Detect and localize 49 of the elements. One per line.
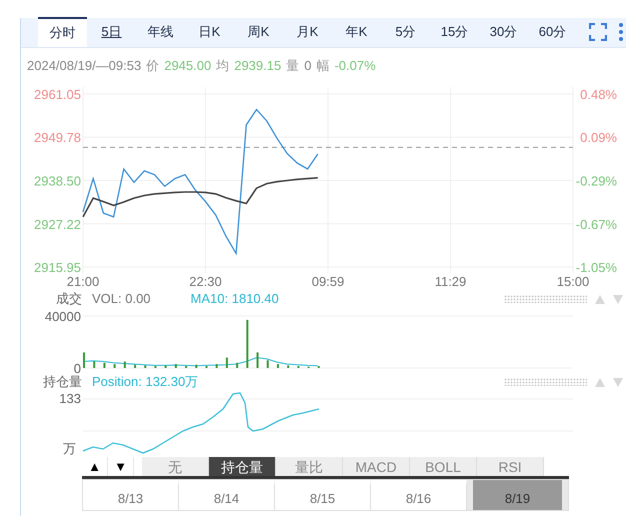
datetime-text: 2024/08/19/—09:53 bbox=[27, 56, 142, 75]
price-axis-label: 2961.05 bbox=[34, 87, 81, 102]
navigator-date: 8/14 bbox=[179, 480, 275, 510]
percent-axis-label: 0.09% bbox=[580, 130, 617, 146]
info-label: 幅 bbox=[316, 56, 330, 75]
period-tab[interactable]: 日K bbox=[185, 17, 234, 47]
percent-axis-label: -0.29% bbox=[576, 174, 617, 188]
volume-title: 成交 bbox=[55, 290, 82, 308]
period-tab[interactable]: 月K bbox=[283, 17, 332, 47]
position-value: Position: 132.30万 bbox=[92, 373, 198, 392]
price-axis-label: 2938.50 bbox=[34, 174, 81, 188]
volume-axis-label: 40000 bbox=[44, 309, 81, 324]
period-tab[interactable]: 5分 bbox=[381, 17, 430, 47]
volume-axis-label: 0 bbox=[74, 361, 81, 375]
navigator-date: 8/15 bbox=[275, 480, 371, 510]
percent-axis-label: 0.48% bbox=[580, 87, 617, 102]
info-value: 0 bbox=[304, 56, 312, 75]
period-tab[interactable]: 30分 bbox=[479, 17, 528, 47]
period-tab[interactable]: 分时 bbox=[38, 17, 87, 47]
price-axis-label: 2949.78 bbox=[34, 130, 81, 146]
ma10-value: MA10: 1810.40 bbox=[190, 290, 279, 308]
position-axis-label: 133 bbox=[59, 391, 81, 406]
time-axis-label: 22:30 bbox=[189, 274, 222, 289]
info-label: 价 bbox=[146, 56, 160, 75]
info-value: 2939.15 bbox=[234, 56, 282, 75]
time-axis-label: 09:59 bbox=[312, 274, 344, 289]
vol-value: VOL: 0.00 bbox=[92, 290, 151, 308]
navigator-date: 8/13 bbox=[83, 480, 179, 510]
percent-axis-label: -1.05% bbox=[576, 260, 617, 275]
info-value: -0.07% bbox=[334, 56, 376, 75]
period-tab[interactable]: 年线 bbox=[136, 17, 185, 47]
period-tab[interactable]: 60分 bbox=[528, 17, 577, 47]
info-value: 2945.00 bbox=[164, 56, 212, 75]
indicator-tab[interactable]: 持仓量 bbox=[209, 457, 276, 476]
time-axis-label: 21:00 bbox=[66, 274, 100, 289]
time-axis-label: 11:29 bbox=[434, 274, 466, 289]
navigator-window[interactable]: 8/19 bbox=[467, 480, 568, 510]
position-axis-label: 万 bbox=[63, 441, 76, 456]
period-tab[interactable]: 周K bbox=[234, 17, 283, 47]
price-axis-label: 2915.95 bbox=[34, 260, 81, 275]
percent-axis-label: -0.67% bbox=[576, 216, 617, 232]
period-tab[interactable]: 5日 bbox=[87, 17, 136, 47]
info-label: 均 bbox=[216, 56, 230, 75]
time-axis-label: 15:00 bbox=[556, 274, 590, 289]
period-tab[interactable]: 15分 bbox=[430, 17, 479, 47]
price-axis-label: 2927.22 bbox=[34, 216, 81, 232]
position-title: 持仓量 bbox=[42, 374, 82, 392]
info-label: 量 bbox=[286, 56, 300, 75]
period-tab[interactable]: 年K bbox=[332, 17, 381, 47]
